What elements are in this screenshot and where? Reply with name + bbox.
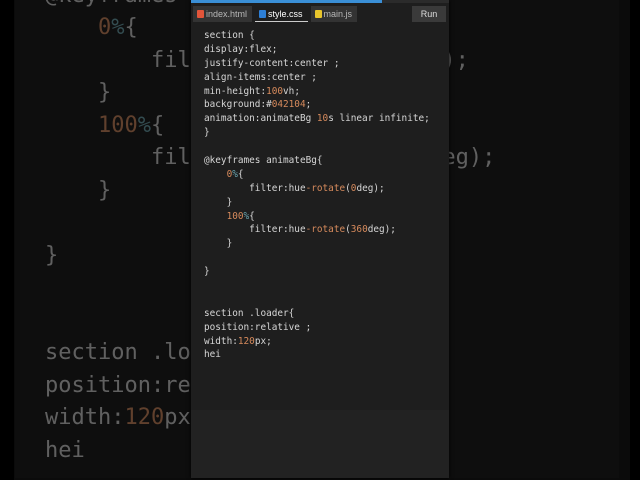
code-token: {	[150, 112, 165, 138]
code-line: }	[204, 196, 449, 210]
code-line: width:120px;	[204, 335, 449, 349]
code-token: @keyframes animateBg{	[204, 155, 323, 167]
tab-style-css[interactable]: style.css	[255, 6, 308, 22]
code-line: @keyframes animateBg{	[204, 154, 449, 168]
code-editor: index.html style.css main.js Run section…	[191, 0, 449, 478]
code-line: min-height:100vh;	[204, 85, 449, 99]
code-token: }	[204, 127, 210, 139]
code-token: 0	[97, 15, 112, 40]
code-line: 0%{	[204, 168, 449, 182]
code-token: background:#	[204, 99, 272, 111]
code-token: %	[137, 112, 151, 138]
tab-index-html[interactable]: index.html	[193, 6, 253, 22]
tab-label: style.css	[268, 8, 303, 19]
code-token: width:	[204, 335, 238, 347]
code-token: section {	[204, 30, 255, 41]
code-token: section .loader{	[204, 307, 295, 319]
css-file-icon	[259, 9, 267, 18]
code-token: ;	[305, 99, 312, 111]
code-token: 100	[97, 112, 138, 138]
code-line: align-items:center ;	[204, 71, 449, 85]
tab-bar: index.html style.css main.js Run	[191, 3, 449, 25]
code-token: deg);	[356, 182, 385, 194]
code-token: }	[45, 242, 59, 268]
code-line: display:flex;	[204, 43, 449, 57]
editor-footer	[191, 410, 449, 478]
code-token: s linear infinite;	[328, 113, 430, 125]
code-token: width:	[45, 405, 125, 430]
code-token: animation:animateBg	[204, 113, 317, 125]
code-token: }	[45, 80, 112, 105]
tab-label: index.html	[206, 9, 248, 19]
code-token: -rotate	[305, 182, 346, 194]
code-line: section .loader{	[204, 307, 449, 321]
code-area[interactable]: section { display:flex; justify-content:ce…	[191, 25, 449, 410]
code-token: {	[249, 210, 255, 222]
js-file-icon	[314, 10, 322, 18]
html-file-icon	[197, 10, 204, 18]
code-line: justify-content:center ;	[204, 57, 449, 71]
code-line: animation:animateBg 10s linear infinite;	[204, 112, 449, 126]
code-token: filter:hue	[204, 182, 306, 194]
code-token: 360	[350, 224, 368, 236]
code-token: hei	[45, 437, 85, 463]
code-token: }	[204, 196, 233, 208]
code-token: {	[124, 15, 138, 40]
code-line: filter:hue-rotate(0deg);	[204, 182, 449, 196]
code-token: position:relative ;	[204, 321, 312, 333]
code-line: 100%{	[204, 210, 449, 224]
code-token: filter:hue	[204, 224, 306, 236]
run-button[interactable]: Run	[412, 6, 446, 22]
code-line: position:relative ;	[204, 321, 449, 335]
code-token: %	[111, 15, 125, 40]
code-token: px;	[254, 335, 272, 347]
code-token: 042104	[271, 99, 306, 111]
code-token: }	[204, 266, 210, 278]
code-token: {	[237, 168, 244, 180]
code-line: }	[204, 237, 449, 251]
left-edge	[0, 0, 14, 480]
code-line: }	[204, 126, 449, 140]
code-token: vh;	[283, 85, 300, 97]
right-edge	[630, 0, 640, 480]
code-token: 100	[266, 85, 284, 97]
code-token: align-items:center ;	[204, 71, 317, 83]
code-token: 100	[226, 210, 244, 222]
code-token: hei	[204, 349, 221, 361]
code-token: min-height:	[204, 85, 267, 97]
code-line: section {	[204, 29, 449, 43]
code-token: 120	[237, 335, 255, 347]
code-token: deg);	[367, 224, 396, 236]
code-token: -rotate	[305, 224, 346, 236]
code-token: 120	[124, 405, 165, 430]
code-line: filter:hue-rotate(360deg);	[204, 223, 449, 237]
tab-label: main.js	[323, 9, 353, 19]
code-token: }	[204, 238, 233, 250]
code-line: background:#042104;	[204, 98, 449, 112]
code-token: display:flex;	[204, 43, 278, 55]
code-line: }	[204, 265, 449, 279]
code-line: hei	[204, 348, 449, 362]
code-token: 10	[316, 113, 329, 125]
tab-main-js[interactable]: main.js	[310, 6, 358, 22]
code-token: }	[45, 177, 112, 203]
code-token: justify-content:center ;	[204, 57, 340, 69]
